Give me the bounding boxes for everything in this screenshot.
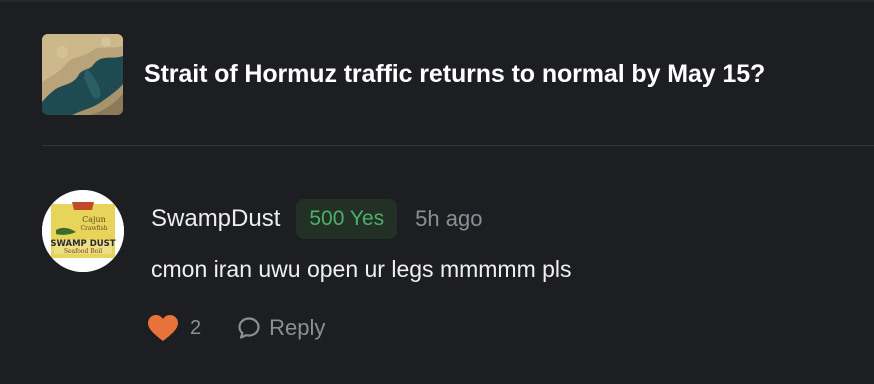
- svg-text:Cajun: Cajun: [82, 215, 106, 224]
- heart-icon: [148, 314, 178, 341]
- username[interactable]: SwampDust: [151, 205, 280, 233]
- top-border: [0, 0, 874, 2]
- reply-button[interactable]: Reply: [237, 315, 325, 341]
- swamp-dust-seafood-boil-logo-icon: Cajun Crawfish SWAMP DUST Seafood Boil: [42, 190, 124, 272]
- strait-of-hormuz-satellite-map-icon: [42, 33, 123, 115]
- like-count: 2: [190, 316, 202, 339]
- like-button[interactable]: 2: [148, 314, 202, 342]
- comment-item: Cajun Crawfish SWAMP DUST Seafood Boil S…: [42, 190, 874, 360]
- speech-bubble-icon: [238, 317, 260, 339]
- comment-meta: SwampDust 500 Yes 5h ago: [151, 199, 482, 239]
- comment-text: cmon iran uwu open ur legs mmmmm pls: [151, 256, 572, 282]
- avatar[interactable]: Cajun Crawfish SWAMP DUST Seafood Boil: [42, 190, 124, 272]
- svg-text:Crawfish: Crawfish: [80, 225, 107, 232]
- timestamp: 5h ago: [415, 206, 483, 231]
- section-divider: [42, 145, 874, 146]
- market-header[interactable]: Strait of Hormuz traffic returns to norm…: [42, 33, 854, 115]
- reply-label: Reply: [269, 315, 326, 340]
- market-title[interactable]: Strait of Hormuz traffic returns to norm…: [144, 60, 765, 89]
- market-thumbnail[interactable]: [42, 33, 123, 115]
- svg-text:Seafood Boil: Seafood Boil: [64, 248, 102, 255]
- comment-actions: 2 Reply: [148, 313, 325, 343]
- position-badge: 500 Yes: [296, 199, 398, 239]
